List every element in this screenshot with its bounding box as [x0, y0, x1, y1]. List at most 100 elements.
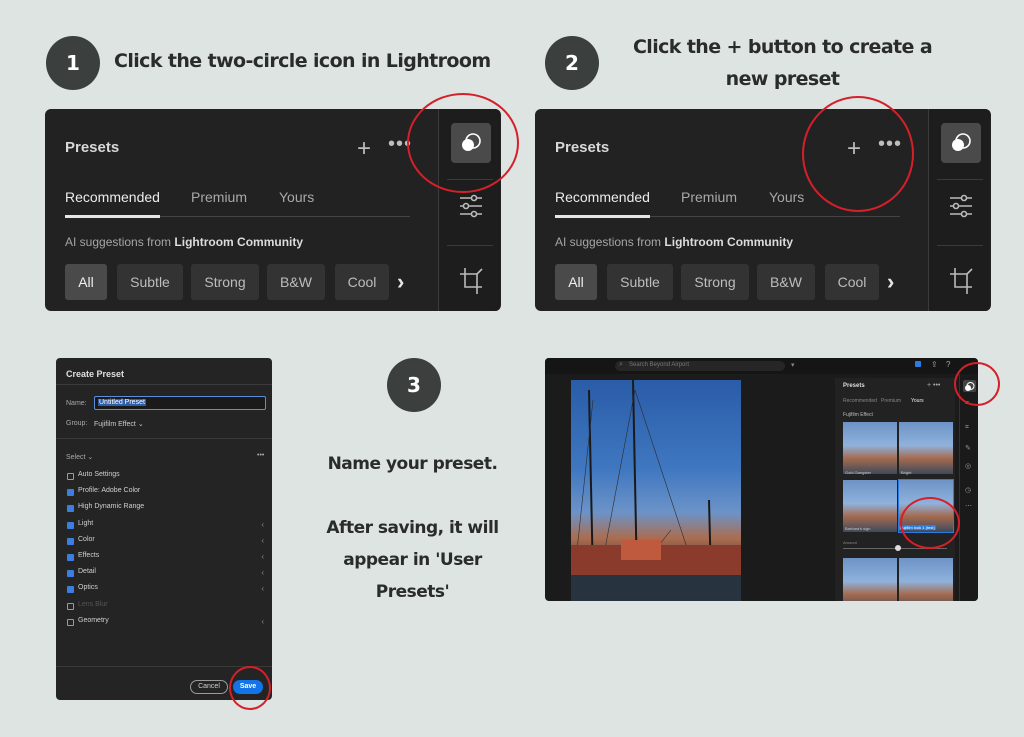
chip-cool[interactable]: Cool [335, 264, 389, 300]
step-3-line4: Presets' [375, 582, 450, 602]
chip-bw[interactable]: B&W [267, 264, 325, 300]
setting-checkbox[interactable] [67, 505, 74, 513]
rail-separator [937, 179, 983, 180]
editor-rail: ≡ ⌗ ✎ ◎ ◷ ⋯ [959, 374, 978, 601]
cancel-button[interactable]: Cancel [190, 680, 228, 694]
tab-yours[interactable]: Yours [279, 189, 314, 205]
setting-label: Lens Blur [78, 600, 108, 608]
expand-chevron-icon[interactable]: ‹ [261, 617, 264, 626]
expand-chevron-icon[interactable]: ‹ [261, 536, 264, 545]
add-preset-button[interactable]: + ••• [927, 382, 940, 389]
step-2-badge: 2 [545, 36, 599, 90]
tab-premium[interactable]: Premium [881, 398, 901, 404]
setting-label: Profile: Adobe Color [78, 487, 141, 495]
lightroom-editor-screenshot: Search Beyond Airport ⌕ ▾ ⇪ ? Presets + … [545, 358, 978, 601]
step-3-line1: Name your preset. [327, 454, 498, 474]
tab-premium[interactable]: Premium [191, 189, 247, 205]
tab-recommended[interactable]: Recommended [65, 189, 160, 205]
setting-label: High Dynamic Range [78, 503, 145, 511]
divider [56, 438, 272, 439]
highlight-circle-save-button [229, 666, 271, 710]
cloud-sync-icon[interactable] [915, 361, 921, 367]
amount-label: Amount [843, 540, 857, 545]
preset-thumbnail[interactable] [843, 558, 897, 601]
chip-cool[interactable]: Cool [825, 264, 879, 300]
group-select[interactable]: Fujifilm Effect ⌄ [94, 420, 144, 428]
preset-thumbnail[interactable] [899, 558, 953, 601]
presets-title: Presets [65, 139, 120, 156]
ai-suggestions-text: AI suggestions from Lightroom Community [65, 235, 304, 249]
chip-bw[interactable]: B&W [757, 264, 815, 300]
setting-label: Optics [78, 584, 98, 592]
step-2-heading-line2: new preset [725, 68, 840, 90]
step-3-line3: appear in 'User [343, 550, 482, 570]
chip-strong[interactable]: Strong [681, 264, 749, 300]
crop-icon[interactable] [459, 267, 483, 299]
share-icon[interactable]: ⇪ [931, 360, 938, 369]
setting-label: Effects [78, 552, 100, 559]
name-field[interactable]: Untitled Preset [94, 396, 266, 410]
more-icon[interactable]: ⋯ [965, 502, 972, 510]
chip-strong[interactable]: Strong [191, 264, 259, 300]
masking-icon[interactable]: ◎ [965, 462, 971, 470]
sliders-icon[interactable] [459, 193, 483, 223]
setting-checkbox[interactable] [67, 554, 74, 561]
setting-checkbox[interactable] [67, 473, 74, 480]
filter-icon[interactable]: ▾ [791, 361, 795, 369]
amount-slider-handle[interactable] [895, 545, 901, 551]
chips-next-chevron[interactable]: › [887, 269, 894, 295]
setting-checkbox[interactable] [67, 537, 74, 545]
name-label: Name: [66, 400, 87, 407]
preset-thumbnail[interactable] [899, 422, 953, 474]
chip-subtle[interactable]: Subtle [117, 264, 183, 300]
side-panel-title: Presets [843, 383, 865, 389]
highlight-circle-plus-button [802, 96, 914, 212]
expand-chevron-icon[interactable]: ‹ [261, 584, 264, 593]
setting-label: Light [78, 519, 94, 527]
photo-canvas[interactable] [571, 380, 741, 601]
step-3-line2: After saving, it will [326, 518, 499, 538]
help-icon[interactable]: ? [946, 360, 950, 369]
presets-icon[interactable] [941, 123, 981, 163]
preset-thumbnail-label: Gold Gangster [845, 470, 872, 475]
setting-checkbox[interactable] [67, 489, 74, 497]
setting-label: Geometry [78, 616, 109, 624]
select-menu[interactable]: Select ⌄ [66, 453, 93, 461]
setting-checkbox[interactable] [67, 521, 74, 529]
sliders-icon[interactable] [949, 193, 973, 223]
preset-group-label[interactable]: Fujifilm Effect [843, 412, 873, 418]
step-2-heading-line1: Click the + button to create a [632, 36, 933, 58]
healing-icon[interactable]: ✎ [965, 444, 971, 452]
search-icon: ⌕ [619, 361, 623, 368]
tab-recommended[interactable]: Recommended [555, 189, 650, 205]
tab-premium[interactable]: Premium [681, 189, 737, 205]
preset-thumbnail[interactable] [843, 480, 897, 532]
expand-chevron-icon[interactable]: ‹ [261, 552, 264, 561]
chip-all[interactable]: All [65, 264, 107, 300]
tab-yours[interactable]: Yours [911, 398, 924, 404]
setting-checkbox[interactable] [67, 570, 74, 578]
name-field-value: Untitled Preset [98, 399, 146, 406]
expand-chevron-icon[interactable]: ‹ [261, 568, 264, 577]
setting-checkbox[interactable] [67, 602, 74, 610]
expand-chevron-icon[interactable]: ‹ [261, 520, 264, 529]
chip-subtle[interactable]: Subtle [607, 264, 673, 300]
step-1-heading: Click the two-circle icon in Lightroom [114, 50, 491, 72]
active-tab-indicator [555, 215, 650, 218]
history-icon[interactable]: ◷ [965, 486, 971, 494]
crop-icon[interactable]: ⌗ [965, 424, 969, 432]
tab-recommended[interactable]: Recommended [843, 398, 877, 404]
chips-next-chevron[interactable]: › [397, 269, 404, 295]
search-placeholder: Search Beyond Airport [629, 362, 690, 368]
dialog-more-button[interactable]: ••• [257, 452, 264, 459]
add-preset-button[interactable]: + [357, 135, 371, 163]
preset-thumbnail[interactable] [843, 422, 897, 474]
tab-yours[interactable]: Yours [769, 189, 804, 205]
chip-all[interactable]: All [555, 264, 597, 300]
setting-label: Detail [78, 568, 96, 576]
crop-icon[interactable] [949, 267, 973, 299]
setting-checkbox[interactable] [67, 586, 74, 594]
search-input[interactable]: Search Beyond Airport ⌕ [615, 361, 785, 371]
lightroom-presets-panel-step2: Presets + ••• Recommended Premium Yours … [535, 109, 991, 311]
setting-checkbox[interactable] [67, 618, 74, 626]
